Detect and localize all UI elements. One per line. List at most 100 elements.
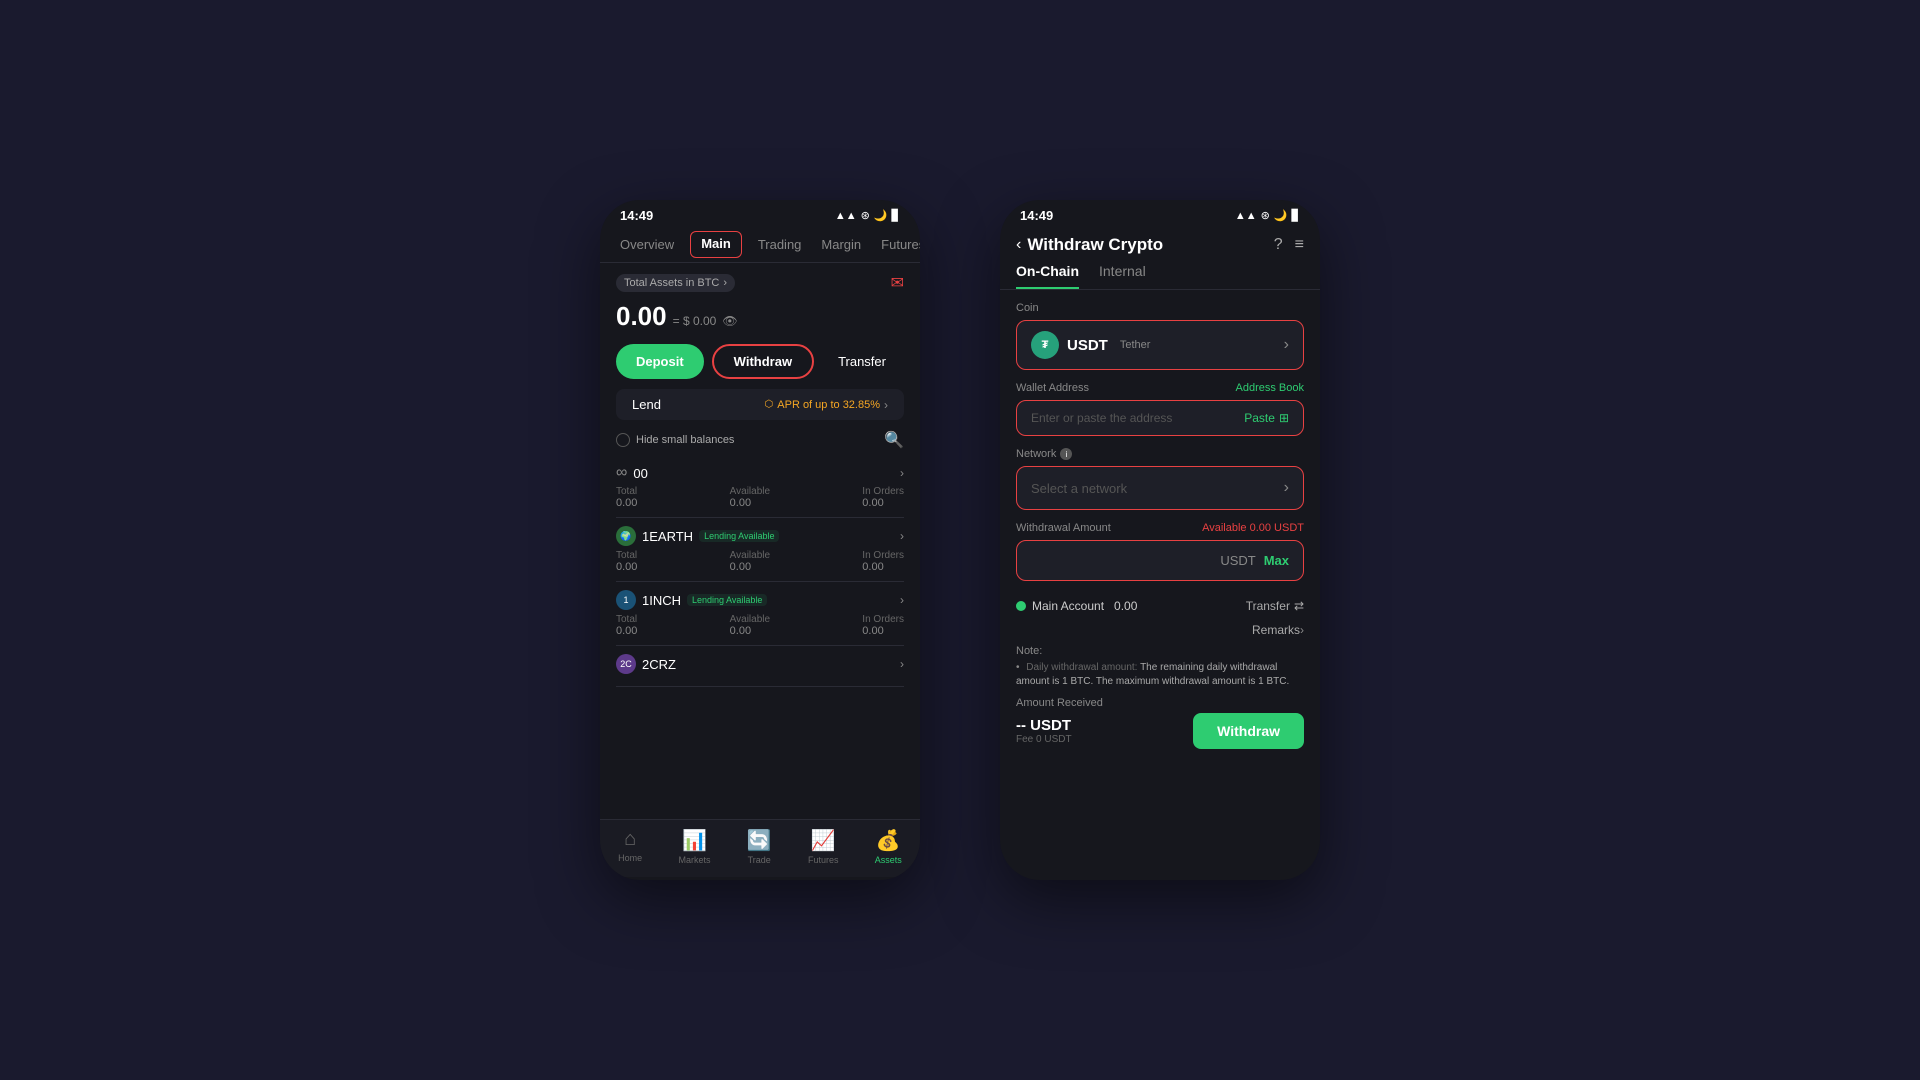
balance-main: 0.00 [616,301,667,332]
received-amount: -- USDT [1016,717,1072,734]
nav-trade[interactable]: 🔄 Trade [747,828,772,865]
available-val-0: 0.00 [730,497,770,509]
form-content: Coin ₮ USDT Tether › Wallet Address Addr… [1000,290,1320,877]
coin-name: USDT [1067,337,1108,354]
hide-balances-checkbox[interactable] [616,433,630,447]
asset-chevron-icon: › [900,593,904,607]
network-label: Network i [1016,448,1304,460]
tab-futures[interactable]: Futures [877,231,920,258]
list-item[interactable]: 🌍 1EARTH Lending Available › Total 0.00 … [616,518,904,582]
total-val-2: 0.00 [616,625,637,637]
address-field[interactable]: Enter or paste the address Paste ⊞ [1016,400,1304,436]
chain-tabs: On-Chain Internal [1000,259,1320,290]
tab-on-chain[interactable]: On-Chain [1016,263,1079,289]
assets-icon: 💰 [876,828,901,853]
back-button[interactable]: ‹ [1016,236,1021,254]
received-label: Amount Received [1016,697,1304,709]
asset-icon-1inch: 1 [616,590,636,610]
header-icons: ? ≡ [1274,236,1304,254]
bottom-nav: ⌂ Home 📊 Markets 🔄 Trade 📈 Futures 💰 Ass… [600,819,920,877]
home-icon: ⌂ [624,828,636,851]
status-bar-1: 14:49 ▲▲ ⊛ 🌙 ▊ [600,200,920,227]
nav-home[interactable]: ⌂ Home [618,828,642,865]
asset-name-1: 1EARTH [642,529,693,544]
action-buttons: Deposit Withdraw Transfer [600,340,920,389]
nav-markets-label: Markets [678,855,710,865]
list-item[interactable]: 2C 2CRZ › [616,646,904,687]
coin-chevron-icon: › [1284,336,1289,354]
apr-text: APR of up to 32.85% [777,399,880,411]
note-text: • Daily withdrawal amount: The remaining… [1016,661,1304,689]
network-chevron-icon: › [1284,479,1289,497]
transfer-link[interactable]: Transfer ⇄ [1246,599,1304,613]
network-selector[interactable]: Select a network › [1016,466,1304,510]
received-row: -- USDT Fee 0 USDT Withdraw [1016,713,1304,749]
nav-futures[interactable]: 📈 Futures [808,828,839,865]
tab-trading[interactable]: Trading [754,231,806,258]
tab-overview[interactable]: Overview [616,231,678,258]
remarks-label: Remarks [1252,623,1300,637]
note-label: Note: [1016,645,1304,657]
coin-left: ₮ USDT Tether [1031,331,1150,359]
paste-button[interactable]: Paste ⊞ [1244,411,1289,425]
network-info-icon: i [1060,448,1072,460]
status-bar-2: 14:49 ▲▲ ⊛ 🌙 ▊ [1000,200,1320,227]
transfer-button[interactable]: Transfer [822,344,902,379]
nav-trade-label: Trade [748,855,771,865]
withdraw-submit-button[interactable]: Withdraw [1193,713,1304,749]
tab-main[interactable]: Main [690,231,742,258]
status-icons-1: ▲▲ ⊛ 🌙 ▊ [835,209,900,222]
phone1-content: Overview Main Trading Margin Futures Tot… [600,227,920,877]
in-orders-label: In Orders [862,486,904,497]
remarks-row[interactable]: Remarks › [1016,623,1304,637]
coin-selector[interactable]: ₮ USDT Tether › [1016,320,1304,370]
lending-badge-2: Lending Available [687,594,767,606]
nav-markets[interactable]: 📊 Markets [678,828,710,865]
in-orders-val-0: 0.00 [862,497,904,509]
search-icon[interactable]: 🔍 [884,430,904,450]
nav-assets[interactable]: 💰 Assets [875,828,902,865]
amount-currency: USDT [1220,553,1255,568]
hide-balances-toggle[interactable]: Hide small balances [616,433,734,447]
address-book-link[interactable]: Address Book [1236,382,1304,394]
balance-usd: = $ 0.00 [673,314,717,328]
amount-field[interactable]: USDT Max [1016,540,1304,581]
help-icon[interactable]: ? [1274,236,1283,254]
tab-internal[interactable]: Internal [1099,263,1146,289]
markets-icon: 📊 [682,828,707,853]
list-item[interactable]: ∞ 00 › Total 0.00 Available 0.00 I [616,456,904,518]
available-val-2: 0.00 [730,625,770,637]
lend-label: Lend [632,397,661,412]
account-name: Main Account [1032,599,1104,613]
futures-icon: 📈 [811,828,836,853]
mail-icon[interactable]: ✉ [891,273,904,293]
nav-futures-label: Futures [808,855,839,865]
network-section: Network i Select a network › [1016,448,1304,510]
list-icon[interactable]: ≡ [1295,236,1304,254]
transfer-icon: ⇄ [1294,599,1304,613]
asset-list: ∞ 00 › Total 0.00 Available 0.00 I [600,456,920,819]
apr-row: ⬡ APR of up to 32.85% › [765,398,888,412]
list-item[interactable]: 1 1INCH Lending Available › Total 0.00 A… [616,582,904,646]
balance-row: 0.00 = $ 0.00 👁 [600,297,920,340]
nav-home-label: Home [618,853,642,863]
hide-balances-label: Hide small balances [636,434,734,446]
nav-tabs: Overview Main Trading Margin Futures [600,227,920,263]
withdraw-button[interactable]: Withdraw [712,344,814,379]
phone-main: 14:49 ▲▲ ⊛ 🌙 ▊ Overview Main Trading Mar… [600,200,920,880]
total-assets-label[interactable]: Total Assets in BTC › [616,274,735,292]
page-header: ‹ Withdraw Crypto ? ≡ [1000,227,1320,259]
lend-row[interactable]: Lend ⬡ APR of up to 32.85% › [616,389,904,420]
asset-icon-2crz: 2C [616,654,636,674]
asset-icon-infinity: ∞ [616,464,627,482]
max-button[interactable]: Max [1264,553,1289,568]
status-icons-2: ▲▲ ⊛ 🌙 ▊ [1235,209,1300,222]
main-account-row: Main Account 0.00 Transfer ⇄ [1016,593,1304,619]
tab-margin[interactable]: Margin [817,231,865,258]
trade-icon: 🔄 [747,828,772,853]
network-placeholder: Select a network [1031,481,1127,496]
eye-icon[interactable]: 👁 [722,314,737,328]
deposit-button[interactable]: Deposit [616,344,704,379]
fee-text: Fee 0 USDT [1016,734,1072,745]
amount-received-section: Amount Received -- USDT Fee 0 USDT Withd… [1016,697,1304,749]
